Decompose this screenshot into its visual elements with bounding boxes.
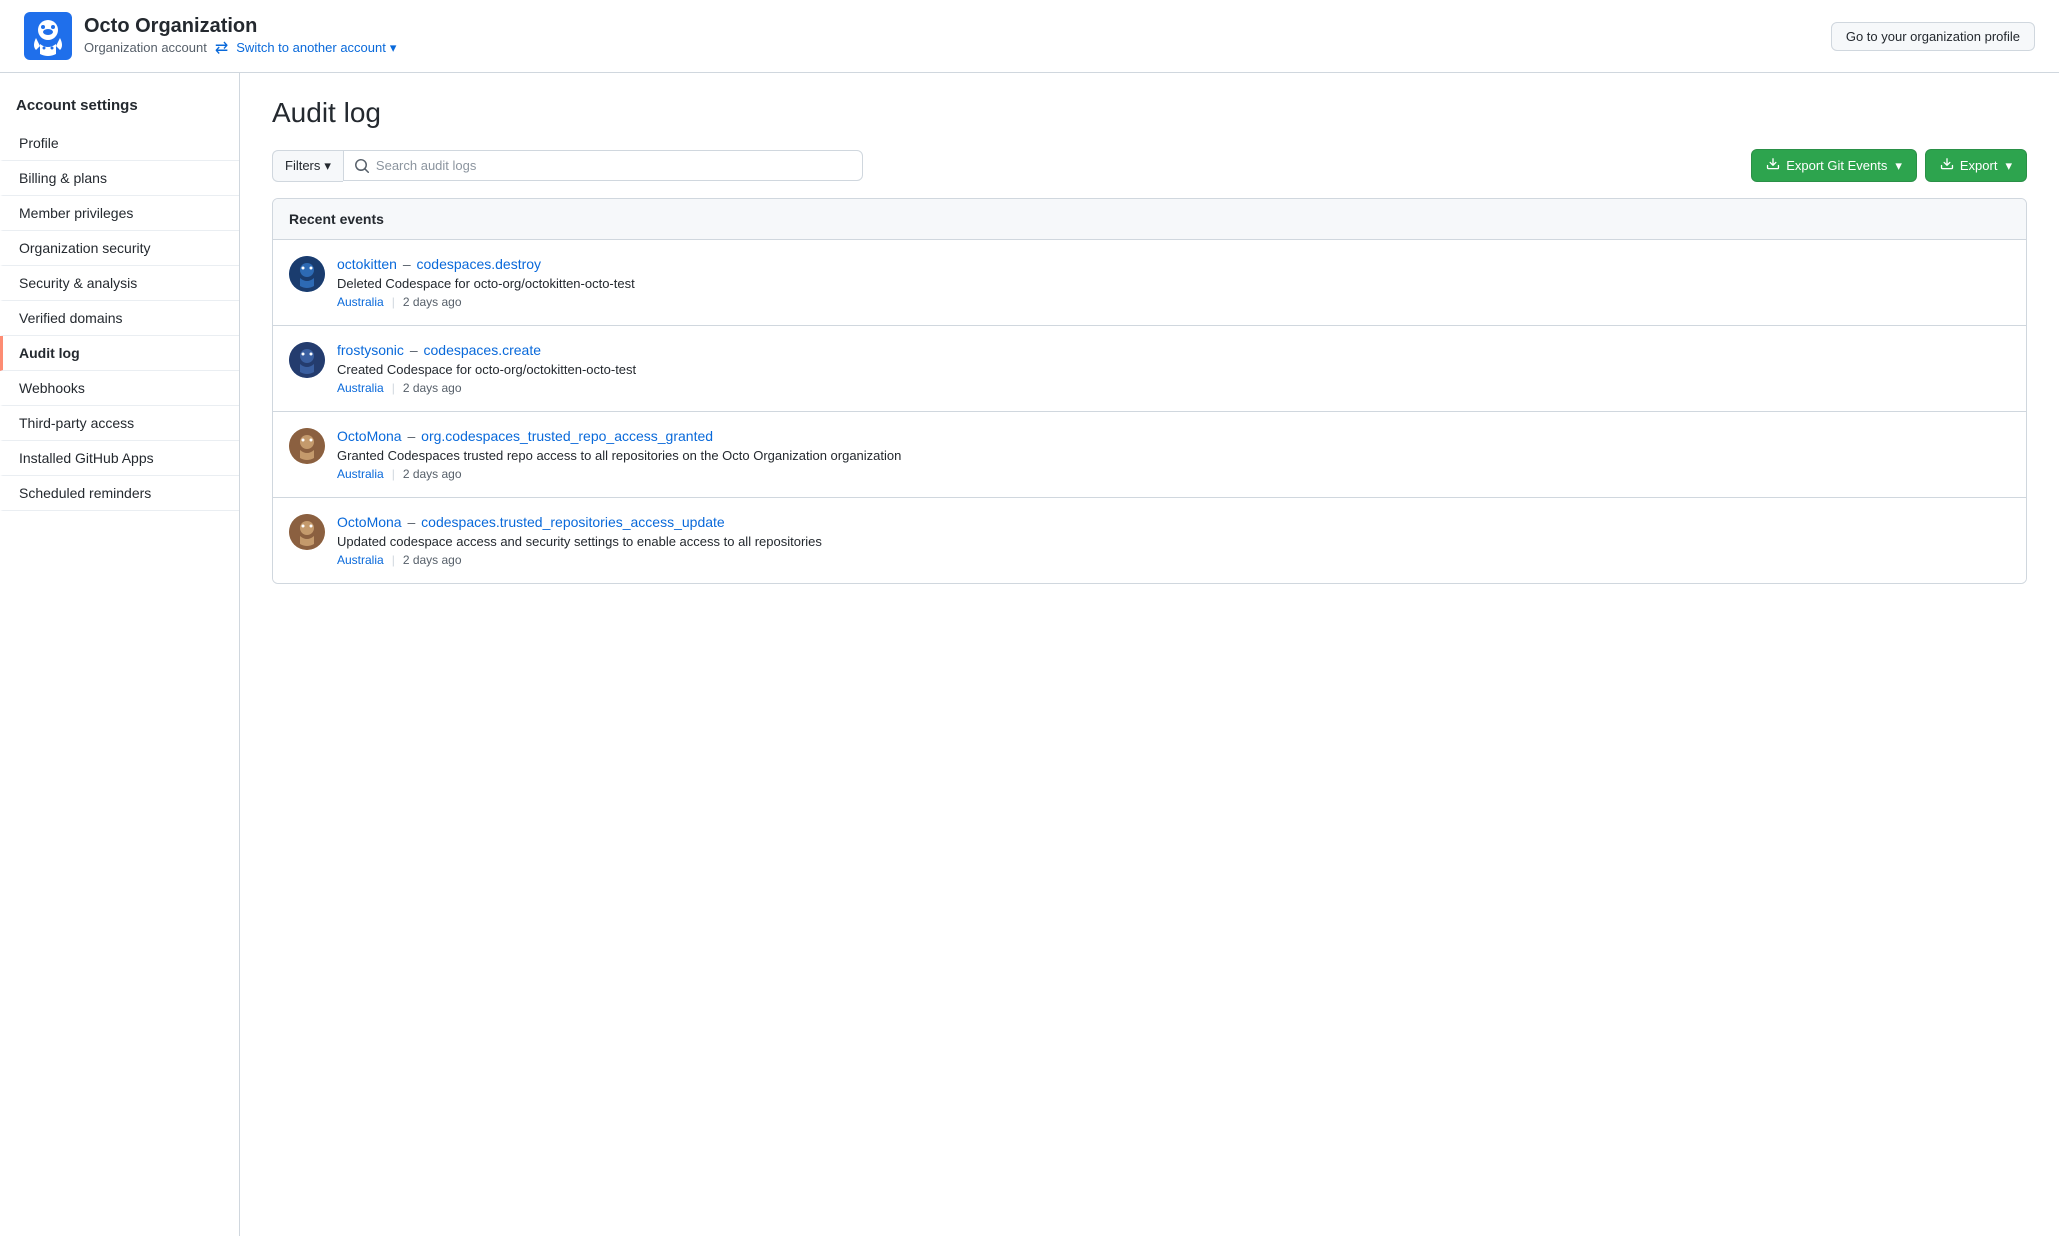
event-time: 2 days ago xyxy=(403,467,462,481)
event-time: 2 days ago xyxy=(403,381,462,395)
event-user-link[interactable]: octokitten xyxy=(337,256,397,272)
chevron-down-icon: ▾ xyxy=(1895,158,1902,174)
sidebar-item-audit-log[interactable]: Audit log xyxy=(0,336,239,371)
event-description: Deleted Codespace for octo-org/octokitte… xyxy=(337,276,2010,291)
page-header: Octo Organization Organization account ⇄… xyxy=(0,0,2059,73)
event-action-link[interactable]: codespaces.destroy xyxy=(417,256,542,272)
event-action-link[interactable]: codespaces.trusted_repositories_access_u… xyxy=(421,514,725,530)
search-icon xyxy=(354,158,370,174)
main-content: Audit log Filters ▾ xyxy=(240,73,2059,1236)
event-user-link[interactable]: frostysonic xyxy=(337,342,404,358)
org-profile-button[interactable]: Go to your organization profile xyxy=(1831,22,2035,51)
sidebar-item-verified-domains[interactable]: Verified domains xyxy=(0,301,239,336)
switch-icon: ⇄ xyxy=(215,38,228,58)
sidebar-item-security-analysis[interactable]: Security & analysis xyxy=(0,266,239,301)
event-content: frostysonic – codespaces.create Created … xyxy=(337,342,2010,395)
event-description: Updated codespace access and security se… xyxy=(337,534,2010,549)
download-icon xyxy=(1766,157,1780,174)
table-row: octokitten – codespaces.destroy Deleted … xyxy=(273,240,2026,326)
header-right: Go to your organization profile xyxy=(1831,22,2035,51)
event-description: Granted Codespaces trusted repo access t… xyxy=(337,448,2010,463)
org-meta: Organization account ⇄ Switch to another… xyxy=(84,38,396,58)
event-title: OctoMona – org.codespaces_trusted_repo_a… xyxy=(337,428,2010,444)
user-avatar-icon xyxy=(289,428,325,464)
org-logo xyxy=(24,12,72,60)
event-content: octokitten – codespaces.destroy Deleted … xyxy=(337,256,2010,309)
sidebar-item-org-security[interactable]: Organization security xyxy=(0,231,239,266)
avatar xyxy=(289,514,325,550)
event-location-link[interactable]: Australia xyxy=(337,467,384,481)
event-title: octokitten – codespaces.destroy xyxy=(337,256,2010,272)
event-user-link[interactable]: OctoMona xyxy=(337,428,402,444)
sidebar-item-webhooks[interactable]: Webhooks xyxy=(0,371,239,406)
sidebar-item-billing[interactable]: Billing & plans xyxy=(0,161,239,196)
event-time: 2 days ago xyxy=(403,553,462,567)
event-meta: Australia | 2 days ago xyxy=(337,295,2010,309)
events-panel: Recent events octokitten – xyxy=(272,198,2027,584)
event-meta: Australia | 2 days ago xyxy=(337,381,2010,395)
table-row: frostysonic – codespaces.create Created … xyxy=(273,326,2026,412)
sidebar-item-github-apps[interactable]: Installed GitHub Apps xyxy=(0,441,239,476)
sidebar-item-scheduled-reminders[interactable]: Scheduled reminders xyxy=(0,476,239,511)
chevron-down-icon: ▾ xyxy=(2005,158,2012,174)
event-location-link[interactable]: Australia xyxy=(337,553,384,567)
avatar xyxy=(289,428,325,464)
event-content: OctoMona – codespaces.trusted_repositori… xyxy=(337,514,2010,567)
filters-button[interactable]: Filters ▾ xyxy=(272,150,343,182)
page-title: Audit log xyxy=(272,97,2027,129)
chevron-down-icon: ▾ xyxy=(390,40,397,56)
table-row: OctoMona – codespaces.trusted_repositori… xyxy=(273,498,2026,583)
org-name: Octo Organization xyxy=(84,15,396,38)
export-button[interactable]: Export ▾ xyxy=(1925,149,2027,182)
event-location-link[interactable]: Australia xyxy=(337,381,384,395)
event-title: frostysonic – codespaces.create xyxy=(337,342,2010,358)
event-meta: Australia | 2 days ago xyxy=(337,467,2010,481)
event-content: OctoMona – org.codespaces_trusted_repo_a… xyxy=(337,428,2010,481)
event-time: 2 days ago xyxy=(403,295,462,309)
sidebar-item-profile[interactable]: Profile xyxy=(0,126,239,161)
event-location-link[interactable]: Australia xyxy=(337,295,384,309)
sidebar-item-third-party[interactable]: Third-party access xyxy=(0,406,239,441)
org-info: Octo Organization Organization account ⇄… xyxy=(84,15,396,58)
event-title: OctoMona – codespaces.trusted_repositori… xyxy=(337,514,2010,530)
avatar xyxy=(289,342,325,378)
main-layout: Account settings Profile Billing & plans… xyxy=(0,73,2059,1236)
event-action-link[interactable]: codespaces.create xyxy=(424,342,542,358)
sidebar-heading: Account settings xyxy=(0,89,239,126)
switch-account-link[interactable]: Switch to another account ▾ xyxy=(236,40,396,56)
user-avatar-icon xyxy=(289,342,325,378)
org-type: Organization account xyxy=(84,40,207,55)
user-avatar-icon xyxy=(289,514,325,550)
chevron-down-icon: ▾ xyxy=(324,158,331,174)
toolbar-right: Export Git Events ▾ Export ▾ xyxy=(1751,149,2027,182)
toolbar: Filters ▾ xyxy=(272,149,2027,182)
export-git-events-button[interactable]: Export Git Events ▾ xyxy=(1751,149,1917,182)
download-icon xyxy=(1940,157,1954,174)
avatar xyxy=(289,256,325,292)
event-action-link[interactable]: org.codespaces_trusted_repo_access_grant… xyxy=(421,428,713,444)
octocat-icon xyxy=(28,16,68,56)
sidebar-item-member-privileges[interactable]: Member privileges xyxy=(0,196,239,231)
search-container xyxy=(343,150,863,181)
search-input[interactable] xyxy=(376,151,852,180)
header-left: Octo Organization Organization account ⇄… xyxy=(24,12,396,60)
event-user-link[interactable]: OctoMona xyxy=(337,514,402,530)
user-avatar-icon xyxy=(289,256,325,292)
event-meta: Australia | 2 days ago xyxy=(337,553,2010,567)
sidebar: Account settings Profile Billing & plans… xyxy=(0,73,240,1236)
table-row: OctoMona – org.codespaces_trusted_repo_a… xyxy=(273,412,2026,498)
toolbar-left: Filters ▾ xyxy=(272,150,863,182)
event-description: Created Codespace for octo-org/octokitte… xyxy=(337,362,2010,377)
events-header: Recent events xyxy=(273,199,2026,240)
